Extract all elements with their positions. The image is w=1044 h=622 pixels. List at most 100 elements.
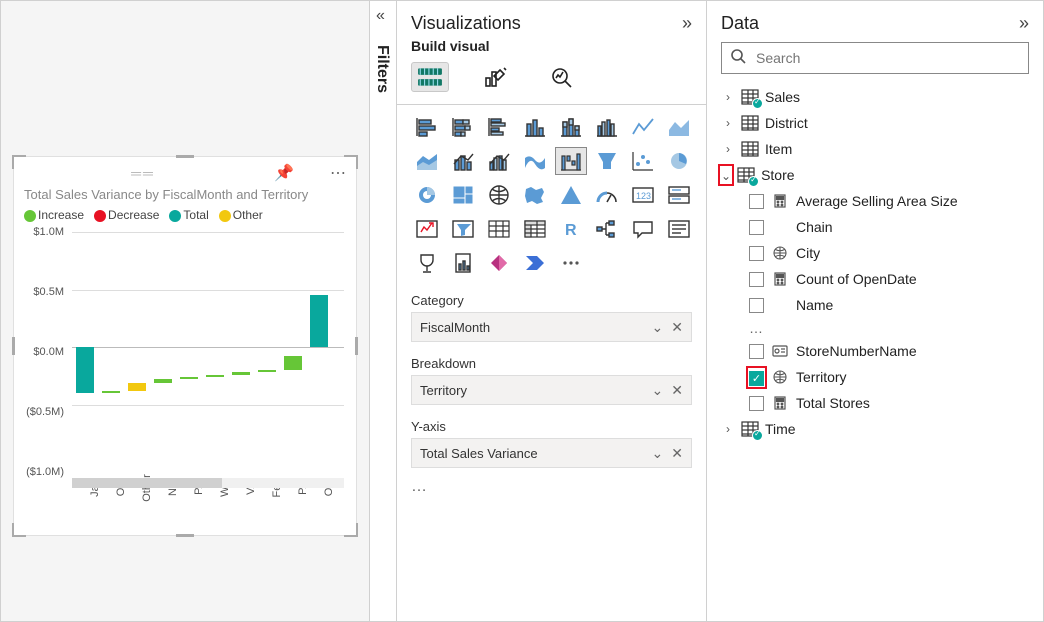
field-totalstores[interactable]: Total Stores	[749, 390, 1029, 416]
chevron-down-icon[interactable]: ⌄	[652, 382, 664, 399]
resize-handle-bl[interactable]	[12, 523, 26, 537]
viz-line-stacked-col-icon[interactable]	[447, 147, 479, 175]
build-visual-tab[interactable]	[411, 62, 449, 92]
field-storenum[interactable]: StoreNumberName	[749, 338, 1029, 364]
viz-donut-icon[interactable]	[411, 181, 443, 209]
viz-line-icon[interactable]	[627, 113, 659, 141]
remove-field-icon[interactable]: ✕	[671, 382, 683, 399]
report-canvas[interactable]: ══ 📌 ⋯ Total Sales Variance by FiscalMon…	[1, 1, 369, 621]
viz-stacked-column-icon[interactable]	[555, 113, 587, 141]
checkbox[interactable]	[749, 396, 764, 411]
chevron-down-icon[interactable]: ⌄	[652, 319, 664, 336]
viz-power-automate-icon[interactable]	[519, 249, 551, 277]
viz-r-icon[interactable]: R	[555, 215, 587, 243]
field-city[interactable]: City	[749, 240, 1029, 266]
viz-clustered-column-icon[interactable]	[591, 113, 623, 141]
checkbox[interactable]	[749, 344, 764, 359]
drag-handle[interactable]: ══	[24, 165, 262, 181]
chart-scrollbar[interactable]	[72, 478, 344, 488]
filters-pane-collapsed[interactable]: « Filters	[369, 1, 397, 621]
viz-kpi-icon[interactable]	[411, 215, 443, 243]
viz-card-icon[interactable]: 123	[627, 181, 659, 209]
checkbox[interactable]	[749, 194, 764, 209]
viz-map-icon[interactable]	[483, 181, 515, 209]
chart-bar[interactable]	[284, 356, 302, 370]
ellipsis-row[interactable]: …	[749, 318, 1029, 338]
viz-gauge-icon[interactable]	[591, 181, 623, 209]
resize-handle-tr[interactable]	[344, 155, 358, 169]
viz-narrative-icon[interactable]	[663, 215, 695, 243]
viz-stacked-bar-2-icon[interactable]	[447, 113, 479, 141]
more-field-wells[interactable]: …	[411, 478, 692, 496]
viz-power-apps-icon[interactable]	[483, 249, 515, 277]
viz-qna-icon[interactable]	[627, 215, 659, 243]
viz-matrix-icon[interactable]	[519, 215, 551, 243]
chart-bar[interactable]	[102, 391, 120, 393]
chart-scrollbar-thumb[interactable]	[72, 478, 222, 488]
checkbox[interactable]: ✓	[749, 371, 764, 386]
viz-treemap-icon[interactable]	[447, 181, 479, 209]
chart-bar[interactable]	[258, 370, 276, 372]
viz-waterfall-icon[interactable]	[555, 147, 587, 175]
chart-bar[interactable]	[310, 295, 328, 347]
resize-handle-l[interactable]	[12, 337, 15, 355]
viz-decomposition-icon[interactable]	[591, 215, 623, 243]
collapse-visualizations-icon[interactable]: »	[682, 13, 692, 34]
viz-clustered-bar-icon[interactable]	[483, 113, 515, 141]
resize-handle-tl[interactable]	[12, 155, 26, 169]
resize-handle-r[interactable]	[355, 337, 358, 355]
table-district[interactable]: › District	[721, 110, 1029, 136]
checkbox[interactable]	[749, 298, 764, 313]
field-territory[interactable]: ✓ Territory	[749, 364, 1029, 390]
remove-field-icon[interactable]: ✕	[671, 445, 683, 462]
chart-bar[interactable]	[180, 377, 198, 379]
chevron-down-icon[interactable]: ⌄	[652, 445, 664, 462]
viz-multirow-card-icon[interactable]	[663, 181, 695, 209]
checkbox[interactable]	[749, 246, 764, 261]
remove-field-icon[interactable]: ✕	[671, 319, 683, 336]
chart-visual[interactable]: ══ 📌 ⋯ Total Sales Variance by FiscalMon…	[13, 156, 357, 536]
viz-slicer-icon[interactable]	[447, 215, 479, 243]
table-time[interactable]: › Time	[721, 416, 1029, 442]
chart-bar[interactable]	[232, 372, 250, 374]
checkbox[interactable]	[749, 220, 764, 235]
breakdown-well[interactable]: Territory ⌄ ✕	[411, 375, 692, 405]
pin-icon[interactable]: 📌	[274, 163, 294, 183]
format-visual-tab[interactable]	[477, 62, 515, 92]
field-opendate[interactable]: Count of OpenDate	[749, 266, 1029, 292]
viz-area-icon[interactable]	[663, 113, 695, 141]
yaxis-well[interactable]: Total Sales Variance ⌄ ✕	[411, 438, 692, 468]
chart-bar[interactable]	[76, 347, 94, 393]
viz-table-icon[interactable]	[483, 215, 515, 243]
resize-handle-br[interactable]	[344, 523, 358, 537]
viz-azure-map-icon[interactable]	[555, 181, 587, 209]
analytics-tab[interactable]	[543, 62, 581, 92]
field-chain[interactable]: Chain	[749, 214, 1029, 240]
chevron-right-icon[interactable]: ›	[721, 142, 735, 156]
table-sales[interactable]: › Sales	[721, 84, 1029, 110]
chevron-down-icon[interactable]: ⌄	[721, 169, 731, 183]
chevron-right-icon[interactable]: ›	[721, 422, 735, 436]
viz-line-clustered-col-icon[interactable]	[483, 147, 515, 175]
viz-paginated-icon[interactable]	[447, 249, 479, 277]
field-avg-area[interactable]: Average Selling Area Size	[749, 188, 1029, 214]
chart-bar[interactable]	[128, 383, 146, 391]
expand-filters-icon[interactable]: «	[376, 7, 385, 25]
resize-handle-t[interactable]	[176, 155, 194, 158]
table-item[interactable]: › Item	[721, 136, 1029, 162]
search-box[interactable]	[721, 42, 1029, 74]
chevron-right-icon[interactable]: ›	[721, 90, 735, 104]
viz-column-icon[interactable]	[519, 113, 551, 141]
viz-stacked-bar-icon[interactable]	[411, 113, 443, 141]
checkbox[interactable]	[749, 272, 764, 287]
chart-bar[interactable]	[206, 375, 224, 377]
resize-handle-b[interactable]	[176, 534, 194, 537]
viz-ribbon-icon[interactable]	[519, 147, 551, 175]
viz-funnel-icon[interactable]	[591, 147, 623, 175]
viz-scatter-icon[interactable]	[627, 147, 659, 175]
collapse-data-icon[interactable]: »	[1019, 13, 1029, 34]
category-well[interactable]: FiscalMonth ⌄ ✕	[411, 312, 692, 342]
viz-stacked-area-icon[interactable]	[411, 147, 443, 175]
viz-filled-map-icon[interactable]	[519, 181, 551, 209]
search-input[interactable]	[754, 49, 1020, 67]
